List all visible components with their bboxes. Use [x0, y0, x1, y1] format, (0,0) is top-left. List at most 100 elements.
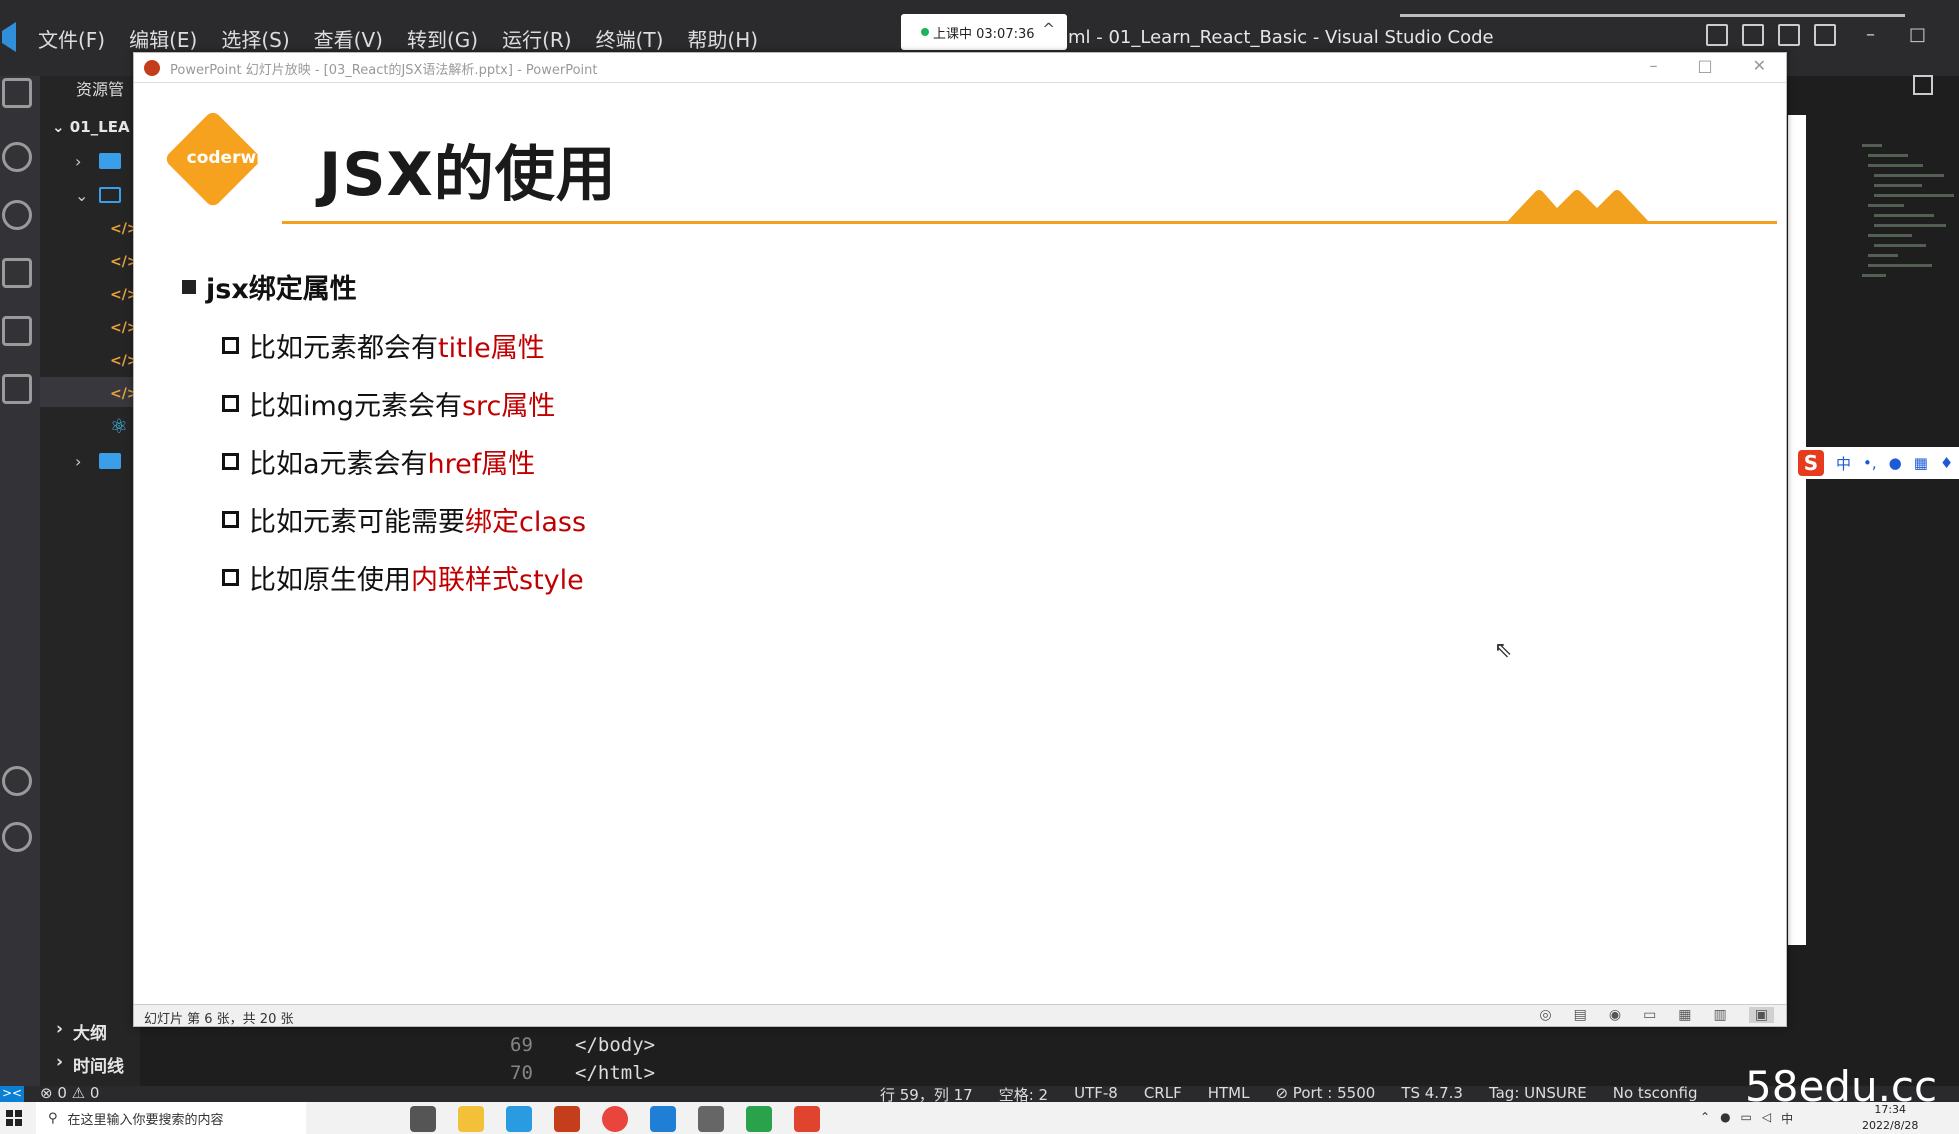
clock-time: 17:34	[1874, 1103, 1907, 1116]
toggle-secondary-sidebar-icon[interactable]	[1778, 24, 1800, 46]
minimize-icon[interactable]: –	[1649, 56, 1657, 75]
avatar-app-icon[interactable]	[698, 1106, 724, 1132]
menu-file[interactable]: 文件(F)	[38, 24, 105, 53]
taskbar-search[interactable]: ⚲ 在这里输入你要搜索的内容	[36, 1102, 306, 1134]
menu-run[interactable]: 运行(R)	[502, 24, 572, 53]
vscode-taskbar-icon[interactable]	[650, 1106, 676, 1132]
tray-expand-icon[interactable]: ⌃	[1700, 1110, 1710, 1127]
menu-help[interactable]: 帮助(H)	[687, 24, 758, 53]
ime-indicator-icon[interactable]: 中	[1781, 1110, 1793, 1127]
filled-square-bullet-icon	[182, 279, 196, 294]
powerpoint-icon[interactable]	[554, 1106, 580, 1132]
normal-view-icon[interactable]: ▭	[1643, 1007, 1656, 1023]
code-editor[interactable]: 69 </body> 70 </html>	[470, 1030, 1790, 1088]
status-ts-version[interactable]: TS 4.7.3	[1401, 1086, 1463, 1102]
status-tsconfig[interactable]: No tsconfig	[1613, 1086, 1698, 1102]
slideshow-view-icon[interactable]: ▣	[1748, 1007, 1774, 1023]
minimap[interactable]	[1860, 140, 1959, 310]
status-tag[interactable]: Tag: UNSURE	[1489, 1086, 1587, 1102]
recording-indicator[interactable]: 上课中 03:07:36 ^	[901, 14, 1067, 50]
accounts-icon[interactable]	[2, 766, 32, 796]
window-controls: – □	[1866, 24, 1926, 45]
status-indentation[interactable]: 空格: 2	[999, 1086, 1048, 1102]
tree-file-react[interactable]: ⚛	[90, 414, 128, 438]
tree-file-html[interactable]: </>	[90, 218, 139, 240]
slide-title: JSX的使用	[319, 140, 617, 210]
tree-folder-collapsed[interactable]: ›	[75, 150, 121, 172]
chrome-icon[interactable]	[602, 1106, 628, 1132]
remote-explorer-icon[interactable]	[2, 374, 32, 404]
search-icon: ⚲	[48, 1110, 58, 1126]
customize-layout-icon[interactable]	[1814, 24, 1836, 46]
gear-icon[interactable]	[2, 822, 32, 852]
slide-sorter-icon[interactable]: ▦	[1678, 1007, 1691, 1023]
menu-selection[interactable]: 选择(S)	[221, 24, 289, 53]
bullet-highlight: title属性	[438, 332, 545, 364]
chevron-up-icon[interactable]: ^	[1042, 20, 1055, 38]
taskbar-clock[interactable]: 17:34 2022/8/28	[1862, 1102, 1918, 1134]
ime-chinese-mode-icon[interactable]: 中	[1836, 453, 1851, 474]
maximize-icon[interactable]: □	[1697, 56, 1712, 75]
menu-view[interactable]: 查看(V)	[314, 24, 383, 53]
keyboard-icon[interactable]: ▦	[1914, 454, 1928, 472]
ime-toolbar[interactable]: S 中 •, ● ▦ ♦	[1794, 447, 1959, 479]
search-icon[interactable]	[2, 142, 32, 172]
code-line[interactable]: </body>	[575, 1034, 655, 1056]
skin-icon[interactable]: ♦	[1940, 454, 1953, 472]
toggle-panel-icon[interactable]	[1742, 24, 1764, 46]
play-icon[interactable]: ◉	[1609, 1007, 1621, 1023]
camtasia-icon[interactable]	[746, 1106, 772, 1132]
taskbar-apps	[410, 1106, 820, 1132]
split-editor-icon[interactable]	[1913, 75, 1933, 95]
source-control-icon[interactable]	[2, 200, 32, 230]
menu-go[interactable]: 转到(G)	[407, 24, 478, 53]
minimize-icon[interactable]: –	[1866, 24, 1875, 45]
toggle-sidebar-icon[interactable]	[1706, 24, 1728, 46]
microphone-icon[interactable]: ●	[1889, 454, 1902, 472]
ime-punctuation-icon[interactable]: •,	[1863, 454, 1877, 472]
status-eol[interactable]: CRLF	[1144, 1086, 1182, 1102]
windows-start-icon[interactable]	[6, 1110, 22, 1126]
recorder-icon[interactable]	[794, 1106, 820, 1132]
remote-indicator-icon[interactable]: ><	[0, 1086, 24, 1102]
status-cursor-position[interactable]: 行 59，列 17	[880, 1086, 973, 1102]
feishu-icon[interactable]	[506, 1106, 532, 1132]
chevron-down-icon: ⌄	[75, 185, 89, 205]
maximize-icon[interactable]: □	[1909, 24, 1926, 45]
status-live-server-port[interactable]: ⊘ Port : 5500	[1275, 1086, 1375, 1102]
tree-folder-open[interactable]: ⌄	[75, 184, 121, 206]
timeline-section[interactable]: › 时间线	[56, 1052, 124, 1077]
sogou-ime-icon: S	[1798, 450, 1824, 476]
code-line[interactable]: </html>	[575, 1062, 655, 1084]
workspace-root[interactable]: ⌄ 01_LEA	[52, 118, 130, 136]
notes-icon[interactable]: ▤	[1574, 1007, 1587, 1023]
tree-folder-collapsed[interactable]: ›	[75, 450, 121, 472]
tree-file-html[interactable]: </>	[90, 383, 139, 405]
status-encoding[interactable]: UTF-8	[1074, 1086, 1118, 1102]
hollow-square-bullet-icon	[222, 510, 239, 528]
outline-section[interactable]: › 大纲	[56, 1019, 107, 1044]
task-view-icon[interactable]	[410, 1106, 436, 1132]
accessibility-icon[interactable]: ◎	[1539, 1007, 1551, 1023]
chevron-right-icon: ›	[56, 1052, 64, 1072]
tree-file-html[interactable]: </>	[90, 350, 139, 372]
run-debug-icon[interactable]	[2, 258, 32, 288]
tree-file-html[interactable]: </>	[90, 251, 139, 273]
menu-terminal[interactable]: 终端(T)	[596, 24, 664, 53]
menu-edit[interactable]: 编辑(E)	[129, 24, 197, 53]
network-icon[interactable]: ▭	[1741, 1110, 1752, 1127]
extensions-icon[interactable]	[2, 316, 32, 346]
microphone-icon[interactable]: ●	[1720, 1110, 1730, 1127]
close-icon[interactable]: ✕	[1753, 56, 1766, 75]
vscode-statusbar: >< ⊗ 0 ⚠ 0 行 59，列 17 空格: 2 UTF-8 CRLF HT…	[0, 1086, 1959, 1102]
status-language[interactable]: HTML	[1208, 1086, 1250, 1102]
volume-icon[interactable]: ◁	[1762, 1110, 1771, 1127]
reading-view-icon[interactable]: ▥	[1714, 1007, 1727, 1023]
tree-file-html[interactable]: </>	[90, 284, 139, 306]
problems-indicator[interactable]: ⊗ 0 ⚠ 0	[40, 1086, 99, 1102]
slide-canvas[interactable]: coderwhy JSX的使用 jsx绑定属性 比如元素都会有title属性 比…	[142, 84, 1780, 1004]
file-explorer-icon[interactable]	[458, 1106, 484, 1132]
recording-dot-icon	[921, 28, 929, 36]
tree-file-html[interactable]: </>	[90, 317, 139, 339]
explorer-icon[interactable]	[2, 78, 32, 108]
